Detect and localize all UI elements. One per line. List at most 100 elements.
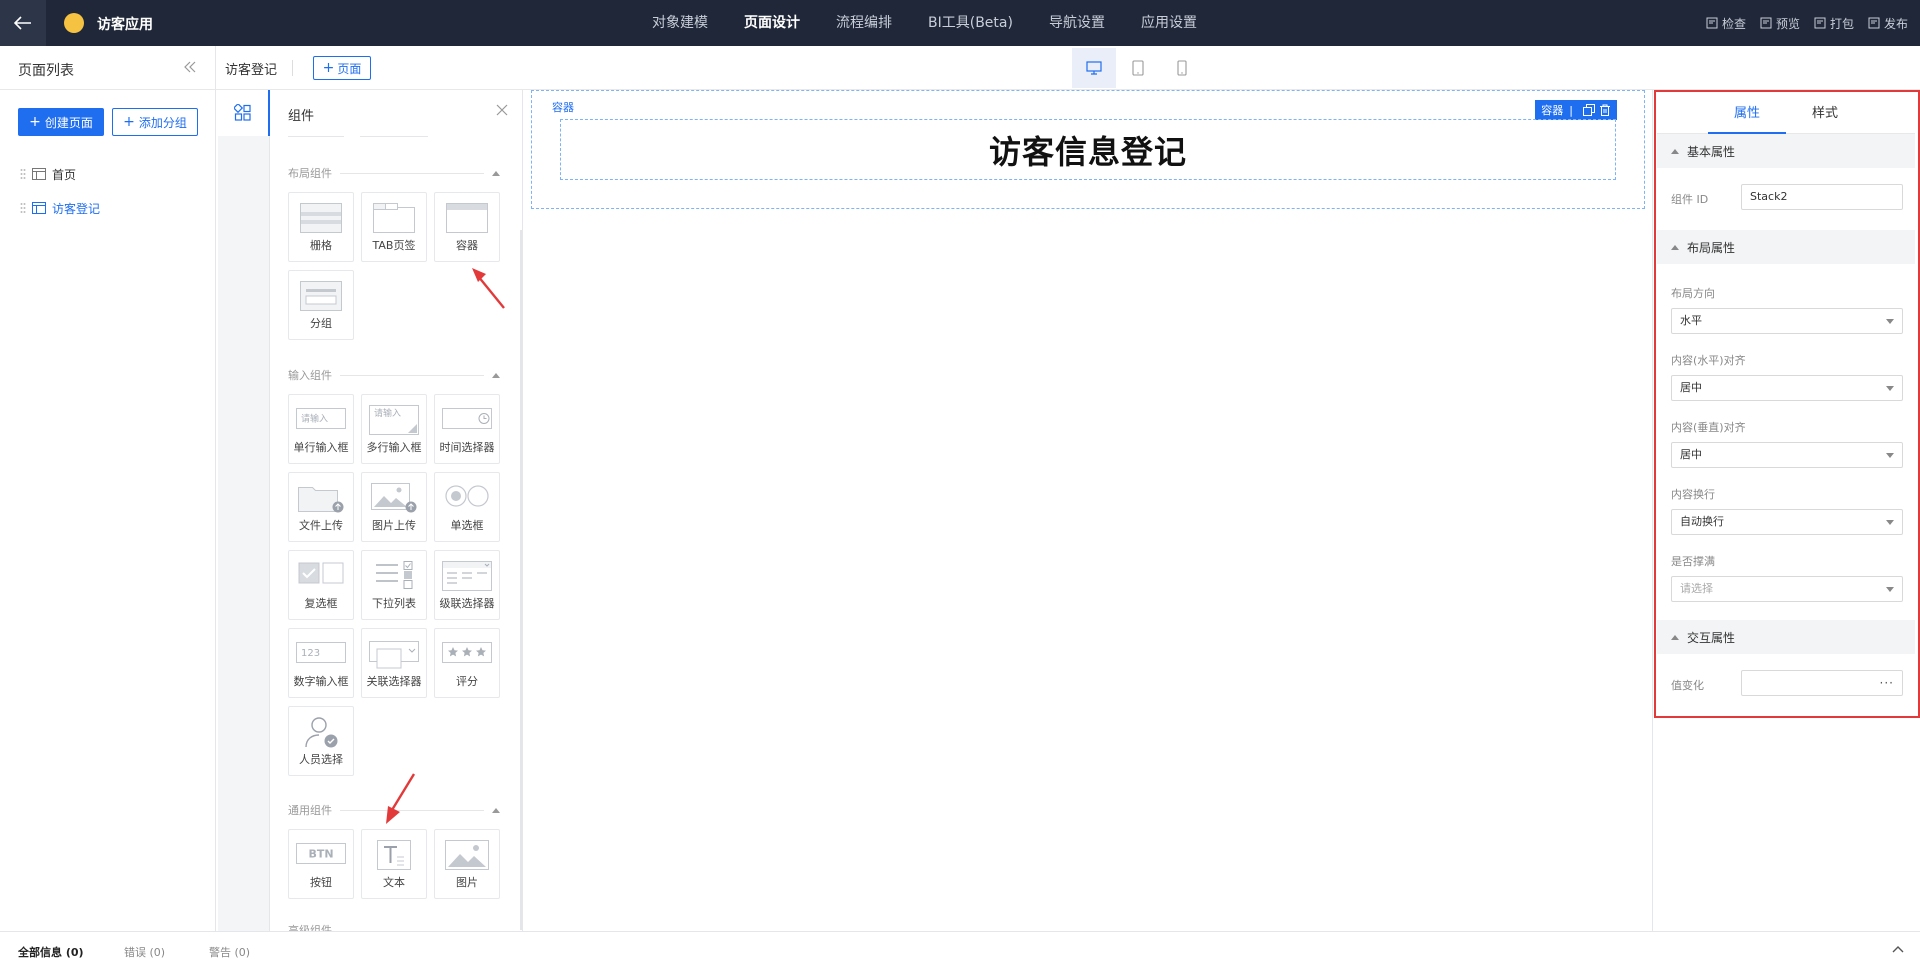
select-value: 水平: [1680, 314, 1702, 327]
section-common-components[interactable]: 通用组件: [288, 802, 500, 818]
component-label: 栅格: [310, 239, 332, 252]
select-value: 居中: [1680, 381, 1702, 394]
component-checkbox[interactable]: 复选框: [288, 550, 354, 620]
component-label: 文件上传: [299, 519, 343, 532]
relation-select-icon: [369, 641, 419, 669]
nav-object-modeling[interactable]: 对象建模: [652, 0, 708, 46]
component-label: 关联选择器: [366, 675, 422, 688]
design-canvas[interactable]: 容器 容器 | 访客信息登记: [522, 90, 1652, 931]
publish-button[interactable]: 发布: [1868, 15, 1908, 32]
drag-handle-icon[interactable]: [20, 168, 26, 180]
group-title: 布局属性: [1687, 240, 1736, 255]
nav-process-flow[interactable]: 流程编排: [836, 0, 892, 46]
status-tab-errors[interactable]: 错误 (0): [124, 944, 165, 960]
button-icon: BTN: [296, 843, 346, 864]
component-dropdown-list[interactable]: 下拉列表: [361, 550, 427, 620]
tab-style[interactable]: 样式: [1786, 94, 1864, 134]
section-input-components[interactable]: 输入组件: [288, 367, 500, 383]
copy-icon[interactable]: [1583, 104, 1595, 116]
nav-bi-tools[interactable]: BI工具(Beta): [928, 0, 1013, 46]
horizontal-align-select[interactable]: 居中: [1671, 375, 1903, 401]
back-button[interactable]: [0, 0, 46, 46]
page-list-panel: 页面列表 + 创建页面 + 添加分组 首页 访客登记: [0, 46, 216, 931]
preview-label: 预览: [1775, 16, 1800, 31]
device-mobile-button[interactable]: [1160, 48, 1204, 88]
double-chevron-left-icon[interactable]: [183, 60, 197, 74]
nav-navigation-settings[interactable]: 导航设置: [1049, 0, 1105, 46]
section-layout-components[interactable]: 布局组件: [288, 165, 500, 181]
component-image-upload[interactable]: 图片上传: [361, 472, 427, 542]
component-container[interactable]: 容器: [434, 192, 500, 262]
component-number-input[interactable]: 123 数字输入框: [288, 628, 354, 698]
component-id-input[interactable]: Stack2: [1741, 184, 1903, 210]
nav-app-settings[interactable]: 应用设置: [1141, 0, 1197, 46]
group-basic-properties[interactable]: 基本属性: [1657, 134, 1915, 168]
component-label: 文本: [383, 876, 405, 889]
component-image[interactable]: 图片: [434, 829, 500, 899]
status-tab-all[interactable]: 全部信息 (0): [18, 944, 84, 960]
caret-down-icon: [1886, 319, 1894, 324]
close-icon[interactable]: [496, 104, 508, 116]
tab-properties[interactable]: 属性: [1708, 94, 1786, 134]
chevron-up-icon[interactable]: [1892, 945, 1904, 953]
selected-container[interactable]: 容器 容器 | 访客信息登记: [531, 90, 1645, 209]
desktop-icon: [1086, 61, 1102, 75]
component-label: 容器: [456, 239, 478, 252]
component-grid[interactable]: 栅格: [288, 192, 354, 262]
nav-page-design[interactable]: 页面设计: [744, 0, 800, 46]
section-advanced-components[interactable]: 高级组件: [288, 922, 500, 931]
group-icon: [300, 281, 342, 311]
component-text[interactable]: 文本: [361, 829, 427, 899]
section-title: 高级组件: [288, 924, 332, 931]
publish-label: 发布: [1883, 16, 1908, 31]
vertical-align-select[interactable]: 居中: [1671, 442, 1903, 468]
divider: [360, 136, 428, 137]
more-icon[interactable]: ···: [1880, 671, 1894, 695]
component-user-select[interactable]: 人员选择: [288, 706, 354, 776]
device-tablet-button[interactable]: [1116, 48, 1160, 88]
arrow-left-icon: [14, 16, 31, 30]
component-time-picker[interactable]: 时间选择器: [434, 394, 500, 464]
component-rating[interactable]: 评分: [434, 628, 500, 698]
add-group-button[interactable]: + 添加分组: [112, 108, 198, 136]
component-panel-title: 组件: [288, 109, 315, 124]
package-icon: [1814, 17, 1826, 29]
component-label: 单选框: [450, 519, 484, 532]
text-component[interactable]: 访客信息登记: [560, 119, 1616, 180]
component-tab[interactable]: TAB页签: [361, 192, 427, 262]
page-icon: [32, 202, 46, 214]
check-button[interactable]: 检查: [1706, 15, 1746, 32]
layout-direction-select[interactable]: 水平: [1671, 308, 1903, 334]
page-item-visitor-registration[interactable]: 访客登记: [20, 198, 100, 218]
create-page-button[interactable]: + 创建页面: [18, 108, 104, 136]
delete-icon[interactable]: [1599, 104, 1611, 116]
value-change-input[interactable]: ···: [1741, 670, 1903, 696]
file-upload-icon: [298, 487, 344, 513]
device-desktop-button[interactable]: [1072, 48, 1116, 88]
group-layout-properties[interactable]: 布局属性: [1657, 230, 1915, 264]
component-radio[interactable]: 单选框: [434, 472, 500, 542]
component-button[interactable]: BTN 按钮: [288, 829, 354, 899]
caret-down-icon: [1886, 587, 1894, 592]
drag-handle-icon[interactable]: [20, 202, 26, 214]
package-button[interactable]: 打包: [1814, 15, 1854, 32]
content-wrap-select[interactable]: 自动换行: [1671, 509, 1903, 535]
fill-select[interactable]: 请选择: [1671, 576, 1903, 602]
component-cascader[interactable]: 级联选择器: [434, 550, 500, 620]
page-item-home[interactable]: 首页: [20, 164, 76, 184]
component-file-upload[interactable]: 文件上传: [288, 472, 354, 542]
component-relation-select[interactable]: 关联选择器: [361, 628, 427, 698]
component-label: 人员选择: [299, 753, 343, 766]
create-page-label: 创建页面: [44, 115, 93, 130]
component-textarea[interactable]: 请输入 多行输入框: [361, 394, 427, 464]
component-group[interactable]: 分组: [288, 270, 354, 340]
group-interaction-properties[interactable]: 交互属性: [1657, 620, 1915, 654]
component-panel: 组件 布局组件 栅格 TAB页签 容器 分组 输入组件 请输入 单行输入框 请输…: [270, 90, 522, 931]
component-single-input[interactable]: 请输入 单行输入框: [288, 394, 354, 464]
preview-button[interactable]: 预览: [1760, 15, 1800, 32]
status-tab-warnings[interactable]: 警告 (0): [209, 944, 250, 960]
rail-components-button[interactable]: [218, 90, 270, 136]
container-icon: [446, 203, 488, 233]
caret-up-icon: [492, 171, 500, 176]
add-page-button[interactable]: + 页面: [313, 56, 371, 80]
